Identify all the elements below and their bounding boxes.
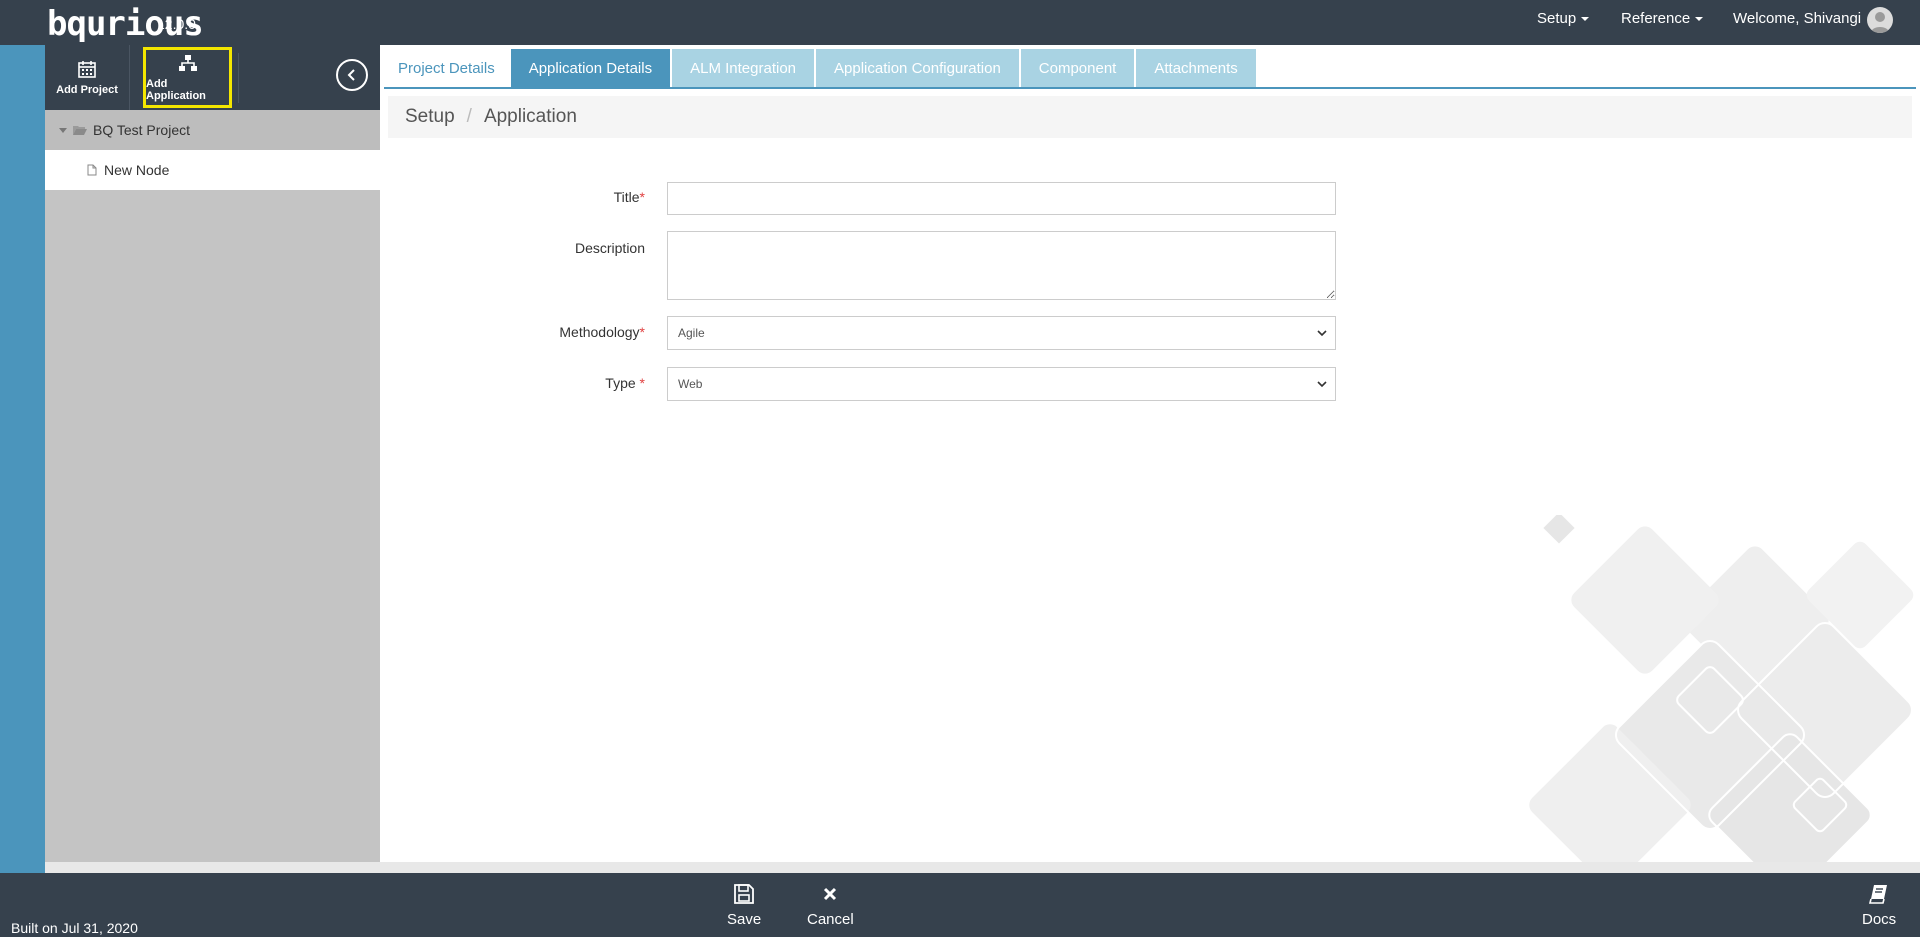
book-icon bbox=[1869, 885, 1888, 904]
expand-triangle-icon[interactable] bbox=[59, 127, 67, 133]
close-icon bbox=[824, 887, 837, 901]
tab-attachments[interactable]: Attachments bbox=[1136, 49, 1256, 87]
breadcrumb-setup[interactable]: Setup bbox=[405, 106, 455, 128]
content-bottom-strip bbox=[45, 862, 1920, 873]
title-input[interactable] bbox=[667, 182, 1336, 215]
tab-underline bbox=[384, 87, 1916, 89]
add-application-button[interactable]: Add Application bbox=[143, 47, 232, 108]
tab-bar: Project Details Application Details ALM … bbox=[384, 49, 1258, 87]
user-menu[interactable]: Welcome, Shivangi bbox=[1733, 10, 1861, 27]
methodology-label: Methodology* bbox=[559, 324, 645, 340]
main-content: Project Details Application Details ALM … bbox=[380, 45, 1920, 885]
user-icon bbox=[1871, 12, 1889, 33]
tab-component[interactable]: Component bbox=[1020, 49, 1135, 87]
tab-application-details[interactable]: Application Details bbox=[510, 49, 671, 87]
description-label: Description bbox=[574, 240, 645, 256]
chevron-down-icon bbox=[1317, 381, 1327, 388]
tree-node-new-node[interactable]: New Node bbox=[45, 150, 380, 190]
caret-down-icon bbox=[1581, 16, 1590, 21]
save-button[interactable]: Save bbox=[727, 883, 761, 928]
add-project-button[interactable]: Add Project bbox=[45, 45, 130, 110]
decorative-diamond-pattern bbox=[1510, 515, 1915, 885]
setup-menu[interactable]: Setup bbox=[1537, 10, 1590, 27]
file-icon bbox=[87, 164, 97, 176]
folder-open-icon bbox=[73, 125, 87, 135]
type-select[interactable]: Web bbox=[667, 367, 1336, 401]
collapse-panel-button[interactable] bbox=[336, 59, 368, 91]
bottom-action-bar: Built on Jul 31, 2020 Save Cancel Docs bbox=[0, 873, 1920, 937]
chevron-down-icon bbox=[1317, 330, 1327, 337]
methodology-select[interactable]: Agile bbox=[667, 316, 1336, 350]
sitemap-icon bbox=[178, 54, 197, 71]
tab-application-configuration[interactable]: Application Configuration bbox=[816, 49, 1019, 87]
breadcrumb-application: Application bbox=[483, 106, 577, 127]
caret-down-icon bbox=[1695, 16, 1704, 21]
title-label: Title* bbox=[613, 189, 645, 205]
breadcrumb: Setup / Application bbox=[388, 96, 1912, 138]
tab-alm-integration[interactable]: ALM Integration bbox=[672, 49, 815, 87]
cancel-button[interactable]: Cancel bbox=[807, 883, 854, 928]
tree-toolbar: Add Project Add Application bbox=[45, 45, 380, 110]
tree-node-project[interactable]: BQ Test Project bbox=[45, 110, 380, 150]
avatar[interactable] bbox=[1867, 7, 1893, 33]
project-tree-panel: Add Project Add Application BQ Test Proj… bbox=[45, 45, 380, 873]
calendar-icon bbox=[78, 60, 96, 78]
app-version: 12.0.0 bbox=[157, 16, 196, 32]
reference-menu[interactable]: Reference bbox=[1621, 10, 1704, 27]
floppy-disk-icon bbox=[734, 884, 754, 904]
top-navbar: bqurious 12.0.0 Setup Reference Welcome,… bbox=[0, 0, 1920, 45]
toolbar-divider bbox=[238, 53, 239, 103]
type-label: Type * bbox=[605, 375, 645, 391]
docs-button[interactable]: Docs bbox=[1862, 883, 1896, 928]
build-info: Built on Jul 31, 2020 bbox=[11, 920, 138, 936]
description-textarea[interactable] bbox=[667, 231, 1336, 300]
chevron-left-icon bbox=[347, 69, 355, 81]
tab-project-details[interactable]: Project Details bbox=[384, 49, 509, 87]
left-rail bbox=[0, 45, 45, 873]
